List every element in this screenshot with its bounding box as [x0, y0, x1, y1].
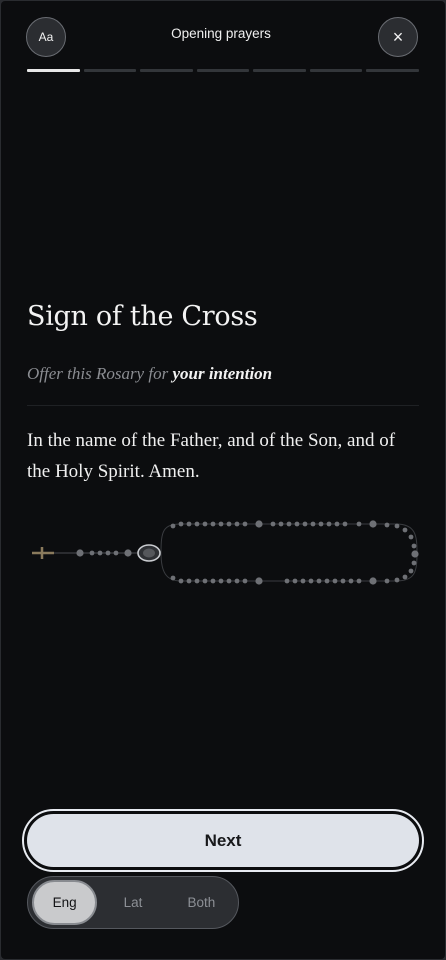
progress-segment	[309, 69, 363, 72]
intention-value[interactable]: your intention	[172, 364, 272, 383]
next-button-label: Next	[27, 814, 419, 867]
font-button-label: Aa	[38, 30, 54, 44]
prayer-text: In the name of the Father, and of the So…	[27, 430, 396, 482]
rosary-beads-illustration	[32, 520, 419, 585]
progress-bar	[27, 69, 420, 72]
progress-segment	[196, 69, 250, 72]
progress-segment	[366, 69, 420, 72]
intention-line: Offer this Rosary for your intention	[27, 364, 272, 384]
header-title: Opening prayers	[171, 26, 271, 41]
progress-segment	[27, 69, 80, 72]
close-button[interactable]: ×	[378, 17, 418, 57]
language-option-eng[interactable]: Eng	[32, 880, 98, 925]
next-button[interactable]: Next	[22, 809, 424, 872]
language-option-lat[interactable]: Lat	[100, 880, 165, 925]
font-size-button[interactable]: Aa	[26, 17, 66, 57]
medal-icon	[137, 544, 161, 562]
progress-segment	[140, 69, 193, 72]
intention-prefix: Offer this Rosary for	[27, 364, 173, 383]
prayer-title: Sign of the Cross	[27, 301, 258, 332]
divider	[27, 405, 419, 406]
prayer-screen: Aa Opening prayers × Sign of the Cross O…	[1, 1, 445, 959]
language-option-both[interactable]: Both	[169, 880, 234, 925]
close-icon: ×	[392, 26, 404, 47]
language-toggle: Eng Lat Both	[27, 876, 239, 929]
progress-segment	[83, 69, 137, 72]
progress-segment	[253, 69, 306, 72]
